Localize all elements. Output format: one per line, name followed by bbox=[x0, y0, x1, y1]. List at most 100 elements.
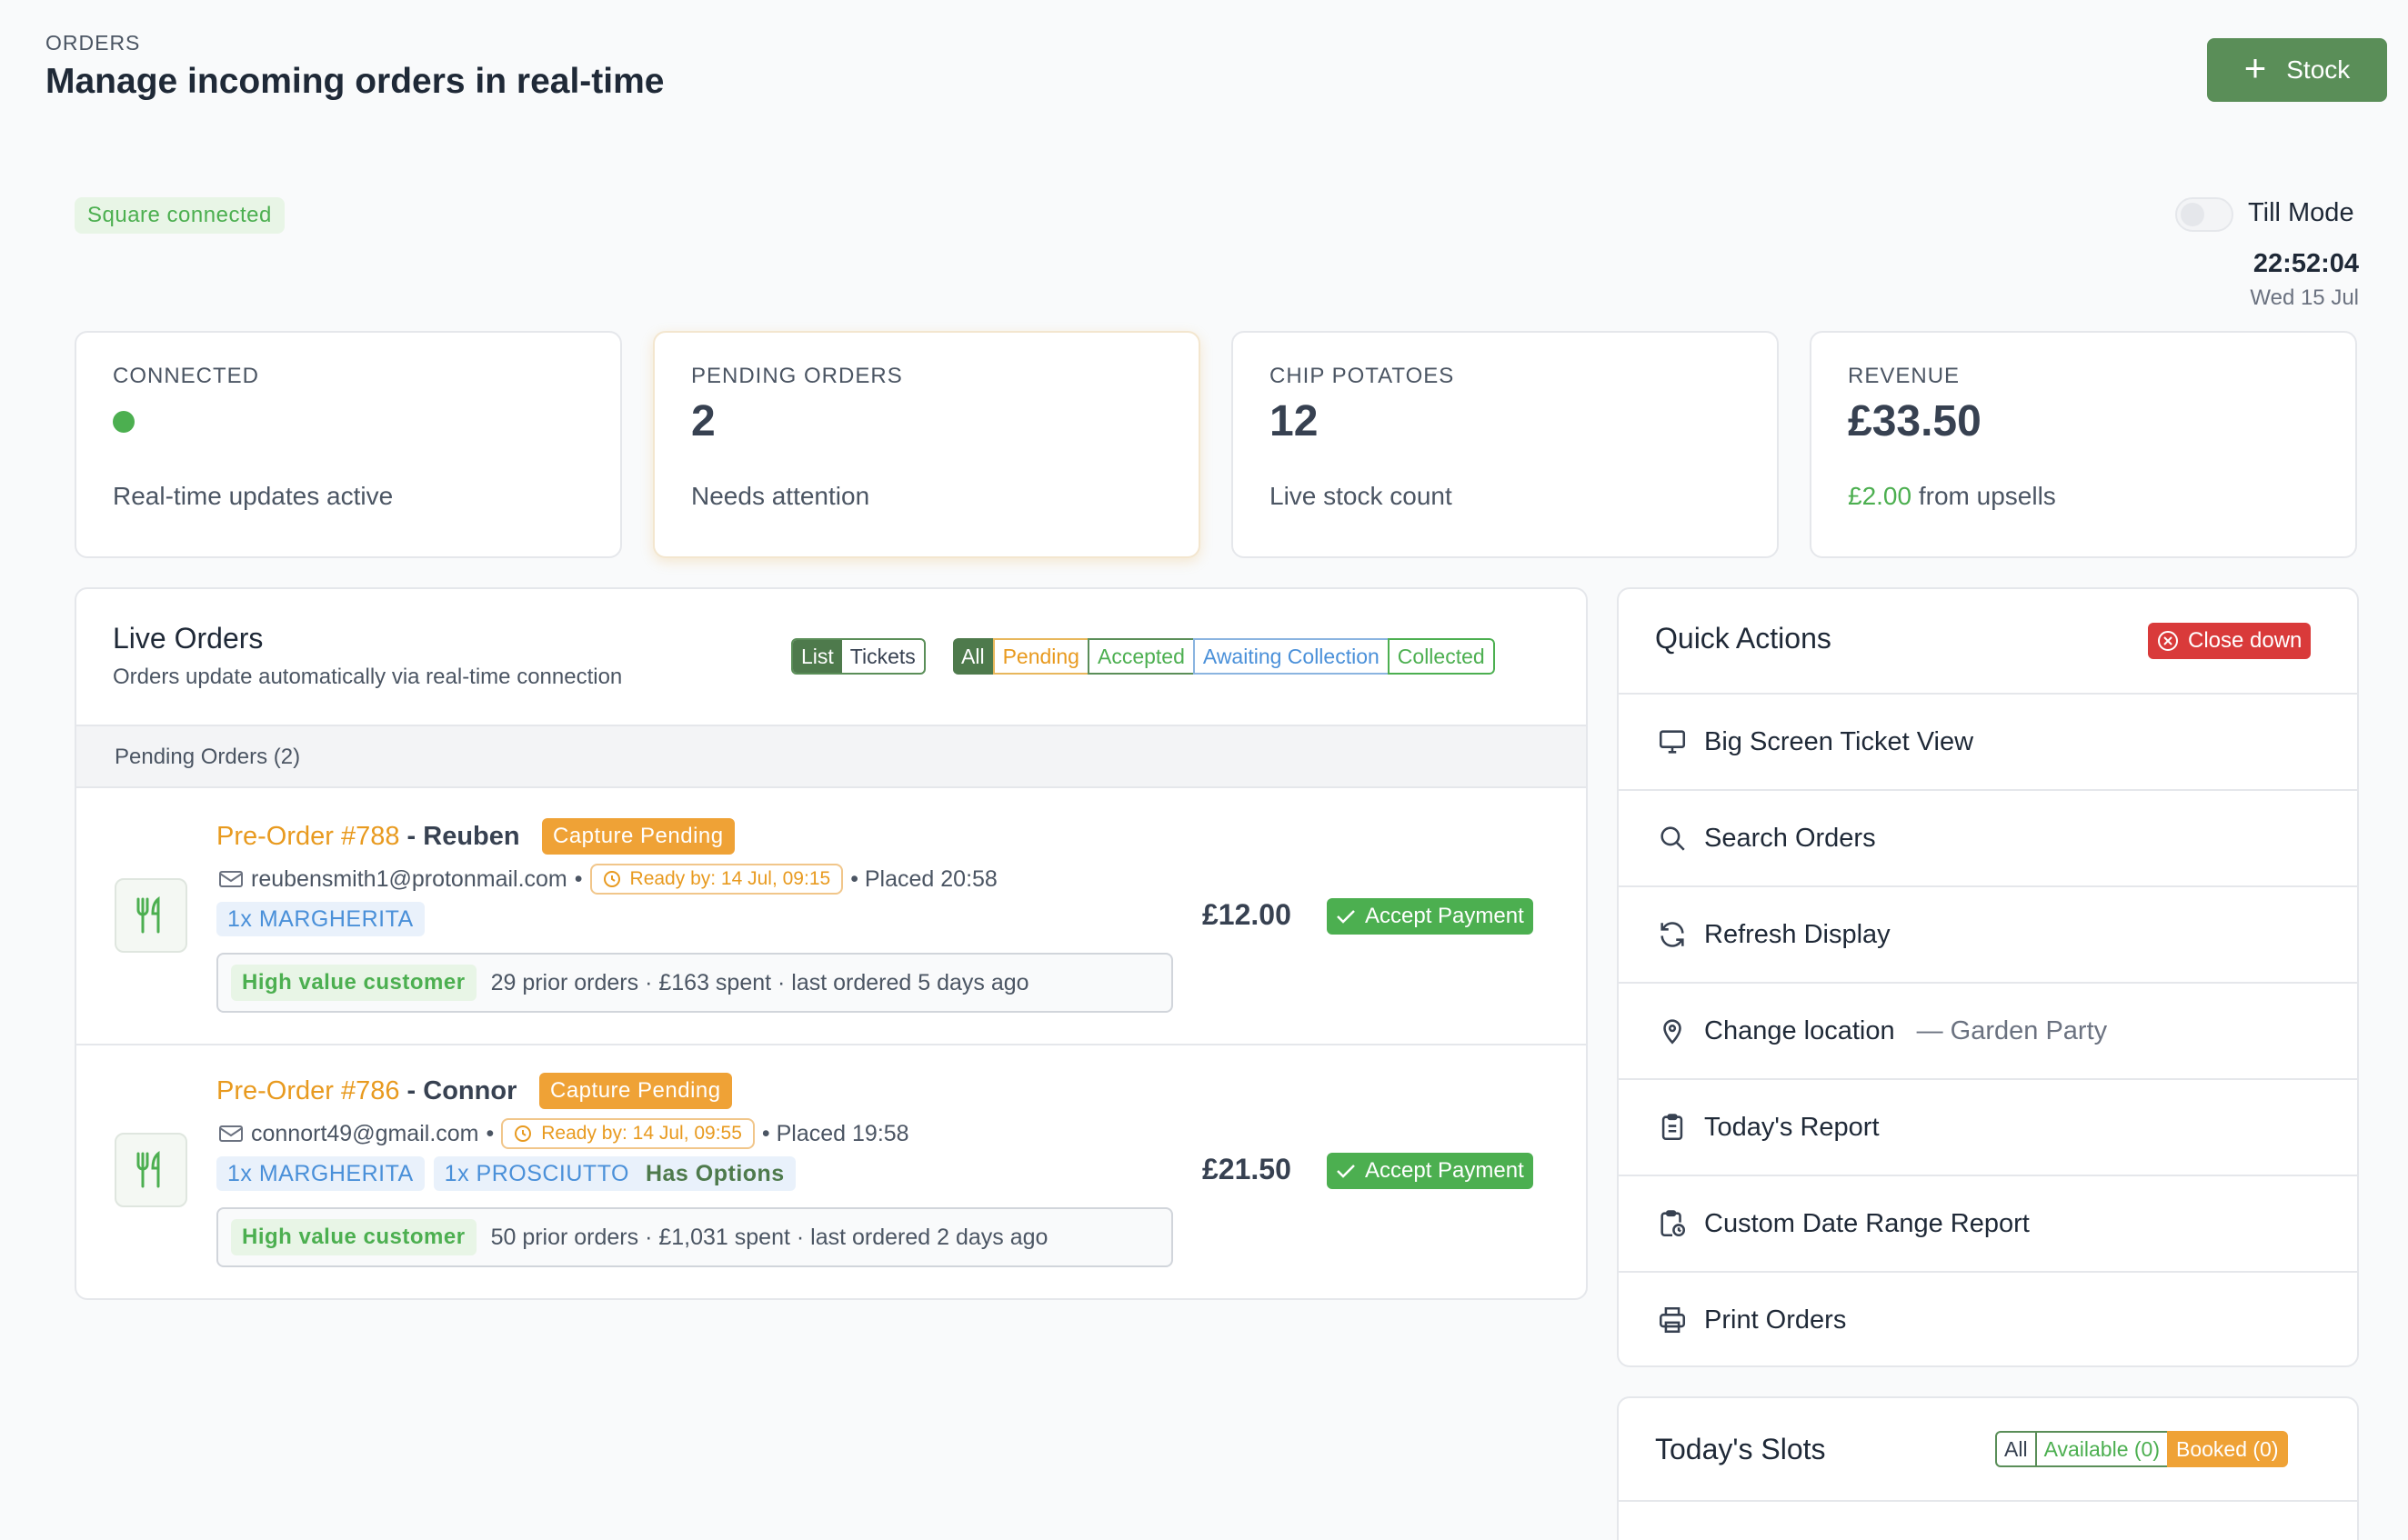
capture-pending-badge: Capture Pending bbox=[539, 1073, 732, 1109]
add-stock-button[interactable]: + Stock bbox=[2207, 38, 2387, 102]
plus-icon: + bbox=[2243, 46, 2267, 89]
todays-slots-panel bbox=[1617, 1396, 2359, 1540]
filter-pending[interactable]: Pending bbox=[992, 638, 1089, 675]
order-meta: reubensmith1@protonmail.com • Ready by: … bbox=[218, 864, 998, 895]
qa-custom-date-range-report[interactable]: Custom Date Range Report bbox=[1619, 1175, 2357, 1271]
order-items: 1x MARGHERITA 1x PROSCIUTTO Has Options bbox=[216, 1156, 796, 1191]
slots-divider bbox=[1619, 1500, 2357, 1502]
has-options-label: Has Options bbox=[645, 1160, 785, 1186]
clock-time: 22:52:04 bbox=[2252, 249, 2359, 278]
order-meta: connort49@gmail.com • Ready by: 14 Jul, … bbox=[218, 1118, 909, 1149]
qa-big-screen-ticket-view[interactable]: Big Screen Ticket View bbox=[1619, 693, 2357, 789]
mail-icon bbox=[219, 1125, 243, 1142]
stat-value: 12 bbox=[1269, 397, 1319, 445]
stat-card-chip-potatoes: CHIP POTATOES 12 Live stock count bbox=[1231, 331, 1779, 558]
order-email: reubensmith1@protonmail.com bbox=[251, 865, 567, 892]
customer-insight: High value customer 50 prior orders · £1… bbox=[216, 1207, 1173, 1267]
stat-sub: Real-time updates active bbox=[113, 482, 394, 510]
upsell-text: from upsells bbox=[1911, 482, 2056, 510]
slots-filter-all[interactable]: All bbox=[1995, 1431, 2037, 1467]
view-list-button[interactable]: List bbox=[793, 640, 842, 673]
stat-card-connected: CONNECTED Real-time updates active bbox=[75, 331, 622, 558]
todays-slots-title: Today's Slots bbox=[1655, 1433, 1826, 1465]
stat-label: CONNECTED bbox=[113, 364, 260, 388]
meta-separator: • bbox=[486, 1120, 495, 1146]
search-icon bbox=[1661, 826, 1685, 851]
stat-label: REVENUE bbox=[1848, 364, 1961, 388]
order-item-pill: 1x MARGHERITA bbox=[216, 902, 425, 936]
accept-payment-label: Accept Payment bbox=[1365, 904, 1524, 928]
order-number: Pre-Order #788 bbox=[216, 822, 400, 851]
meta-separator: • bbox=[574, 865, 583, 892]
qa-refresh-display[interactable]: Refresh Display bbox=[1619, 885, 2357, 982]
clock-icon bbox=[515, 1125, 532, 1142]
ready-by-text: Ready by: 14 Jul, 09:55 bbox=[541, 1123, 742, 1144]
qa-label: Print Orders bbox=[1704, 1305, 1847, 1335]
cutlery-icon bbox=[115, 1133, 187, 1207]
order-number: Pre-Order #786 bbox=[216, 1076, 400, 1105]
qa-search-orders[interactable]: Search Orders bbox=[1619, 789, 2357, 885]
stat-sub: Live stock count bbox=[1269, 482, 1452, 510]
order-email: connort49@gmail.com bbox=[251, 1120, 479, 1146]
high-value-badge: High value customer bbox=[231, 1219, 477, 1255]
stat-value: £33.50 bbox=[1848, 397, 1982, 445]
customer-insight: High value customer 29 prior orders · £1… bbox=[216, 953, 1173, 1013]
order-item-label: 1x MARGHERITA bbox=[227, 905, 414, 932]
order-item-pill: 1x PROSCIUTTO Has Options bbox=[433, 1156, 796, 1191]
page-eyebrow: ORDERS bbox=[45, 31, 141, 55]
order-customer: - Reuben bbox=[399, 822, 520, 851]
live-orders-panel bbox=[75, 587, 1588, 1300]
filter-awaiting-collection[interactable]: Awaiting Collection bbox=[1192, 638, 1390, 675]
page-title: Manage incoming orders in real-time bbox=[45, 62, 665, 101]
live-orders-title: Live Orders bbox=[113, 622, 264, 655]
order-title[interactable]: Pre-Order #786 - Connor bbox=[216, 1076, 517, 1106]
filter-accepted[interactable]: Accepted bbox=[1087, 638, 1195, 675]
placed-time: • Placed 20:58 bbox=[850, 865, 998, 892]
capture-pending-badge: Capture Pending bbox=[542, 818, 735, 855]
slots-filter: All Available (0) Booked (0) bbox=[1995, 1431, 2288, 1467]
qa-label: Today's Report bbox=[1704, 1112, 1880, 1142]
clock-icon bbox=[603, 871, 620, 887]
order-price: £21.50 bbox=[1202, 1153, 1291, 1185]
printer-icon bbox=[1659, 1306, 1686, 1334]
cutlery-icon bbox=[115, 878, 187, 953]
clock-date: Wed 15 Jul bbox=[2250, 285, 2359, 310]
close-down-button[interactable]: Close down bbox=[2148, 623, 2312, 659]
order-divider bbox=[76, 1044, 1586, 1045]
clipboard-icon bbox=[1661, 1114, 1683, 1141]
till-mode-label: Till Mode bbox=[2248, 198, 2354, 227]
customer-stats: 50 prior orders · £1,031 spent · last or… bbox=[490, 1224, 1048, 1250]
filter-all[interactable]: All bbox=[953, 638, 995, 675]
ready-by-pill: Ready by: 14 Jul, 09:15 bbox=[589, 864, 844, 895]
filter-collected[interactable]: Collected bbox=[1387, 638, 1495, 675]
upsell-amount: £2.00 bbox=[1848, 482, 1912, 510]
check-icon bbox=[1337, 910, 1355, 924]
quick-actions-title: Quick Actions bbox=[1655, 622, 1831, 655]
qa-todays-report[interactable]: Today's Report bbox=[1619, 1078, 2357, 1175]
close-circle-icon bbox=[2158, 631, 2178, 651]
qa-change-location[interactable]: Change location — Garden Party bbox=[1619, 982, 2357, 1078]
qa-print-orders[interactable]: Print Orders bbox=[1619, 1271, 2357, 1367]
accept-payment-button[interactable]: Accept Payment bbox=[1327, 898, 1533, 935]
slots-filter-booked[interactable]: Booked (0) bbox=[2166, 1431, 2288, 1467]
accept-payment-label: Accept Payment bbox=[1365, 1158, 1524, 1183]
monitor-icon bbox=[1659, 730, 1686, 754]
order-items: 1x MARGHERITA bbox=[216, 902, 425, 936]
qa-label: Refresh Display bbox=[1704, 919, 1891, 949]
view-tickets-button[interactable]: Tickets bbox=[842, 640, 924, 673]
slots-filter-available[interactable]: Available (0) bbox=[2034, 1431, 2169, 1467]
mail-icon bbox=[219, 871, 243, 887]
current-location: — Garden Party bbox=[1916, 1015, 2108, 1045]
connected-status-dot bbox=[113, 411, 135, 433]
clipboard-calendar-icon bbox=[1661, 1210, 1686, 1237]
till-mode-toggle[interactable] bbox=[2175, 197, 2233, 232]
pending-section-label: Pending Orders (2) bbox=[115, 745, 301, 769]
location-pin-icon bbox=[1663, 1019, 1681, 1045]
close-down-label: Close down bbox=[2188, 628, 2303, 653]
live-orders-subtitle: Orders update automatically via real-tim… bbox=[113, 665, 623, 689]
qa-label: Custom Date Range Report bbox=[1704, 1208, 2030, 1238]
order-title[interactable]: Pre-Order #788 - Reuben bbox=[216, 822, 520, 852]
order-item-pill: 1x MARGHERITA bbox=[216, 1156, 425, 1191]
order-item-label: 1x PROSCIUTTO bbox=[444, 1160, 629, 1186]
accept-payment-button[interactable]: Accept Payment bbox=[1327, 1153, 1533, 1189]
